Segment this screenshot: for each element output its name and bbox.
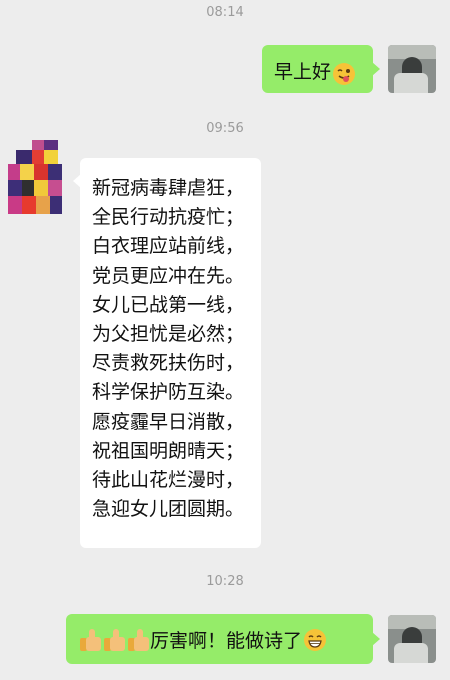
poem-line: 尽责救死扶伤时， xyxy=(92,352,245,375)
bubble-tail xyxy=(372,632,380,646)
poem-line: 为父担忧是必然； xyxy=(92,323,245,346)
timestamp: 09:56 xyxy=(206,121,244,136)
poem-line: 党员更应冲在先。 xyxy=(92,264,245,287)
self-avatar[interactable] xyxy=(388,615,436,663)
poem-line: 祝祖国明朗晴天； xyxy=(92,439,245,462)
self-avatar[interactable] xyxy=(388,45,436,93)
message-bubble-poem[interactable]: 新冠病毒肆虐狂， 全民行动抗疫忙； 白衣理应站前线， 党员更应冲在先。 女儿已战… xyxy=(80,158,261,548)
grinning-face-icon xyxy=(304,628,327,651)
thumbs-up-icon xyxy=(128,628,150,652)
timestamp: 10:28 xyxy=(206,574,244,589)
contact-avatar[interactable] xyxy=(8,140,64,220)
poem-line: 待此山花烂漫时， xyxy=(92,469,245,492)
poem-line: 白衣理应站前线， xyxy=(92,235,245,258)
thumbs-up-icon xyxy=(104,628,126,652)
timestamp: 08:14 xyxy=(206,5,244,20)
message-text: 厉害啊！能做诗了 xyxy=(150,630,303,652)
message-bubble-reply[interactable]: 厉害啊！能做诗了 xyxy=(66,614,373,664)
poem-line: 女儿已战第一线， xyxy=(92,293,245,316)
bubble-tail xyxy=(372,62,380,76)
poem-line: 科学保护防互染。 xyxy=(92,381,245,404)
winking-face-tongue-icon xyxy=(333,62,356,85)
message-bubble-greeting[interactable]: 早上好 xyxy=(262,45,373,93)
poem-line: 全民行动抗疫忙； xyxy=(92,206,245,229)
poem-line: 急迎女儿团圆期。 xyxy=(92,498,245,521)
poem-line: 愿疫霾早日消散， xyxy=(92,410,245,433)
poem-line: 新冠病毒肆虐狂， xyxy=(92,177,245,199)
thumbs-up-icon xyxy=(80,628,102,652)
message-text: 早上好 xyxy=(274,61,332,83)
